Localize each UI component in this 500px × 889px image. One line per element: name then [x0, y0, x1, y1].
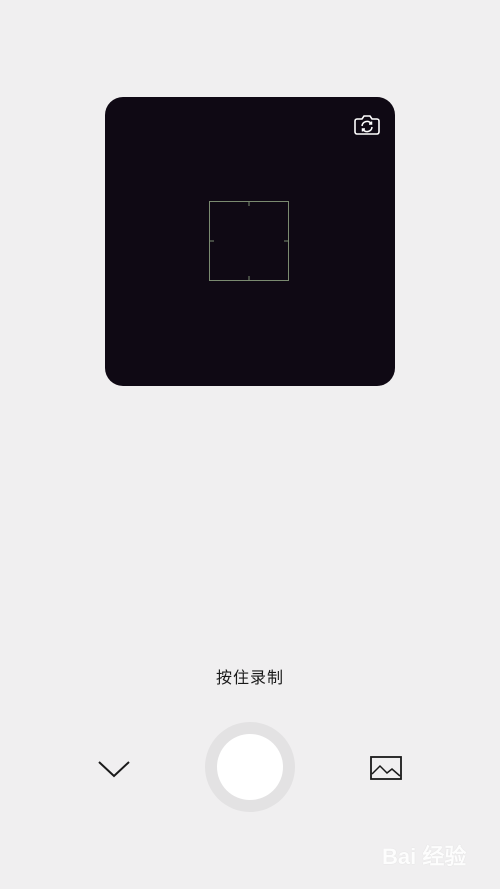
- watermark-text: Bai 经验: [382, 844, 467, 869]
- camera-switch-icon[interactable]: [353, 113, 381, 137]
- chevron-down-icon[interactable]: [95, 755, 133, 781]
- record-button[interactable]: [205, 722, 295, 812]
- focus-frame-icon: [209, 201, 289, 281]
- baidu-watermark: Bai 经验: [382, 831, 482, 871]
- record-hint-label: 按住录制: [215, 668, 284, 687]
- record-button-core[interactable]: [217, 734, 283, 800]
- image-icon[interactable]: [369, 754, 403, 782]
- camera-viewfinder[interactable]: [105, 97, 395, 386]
